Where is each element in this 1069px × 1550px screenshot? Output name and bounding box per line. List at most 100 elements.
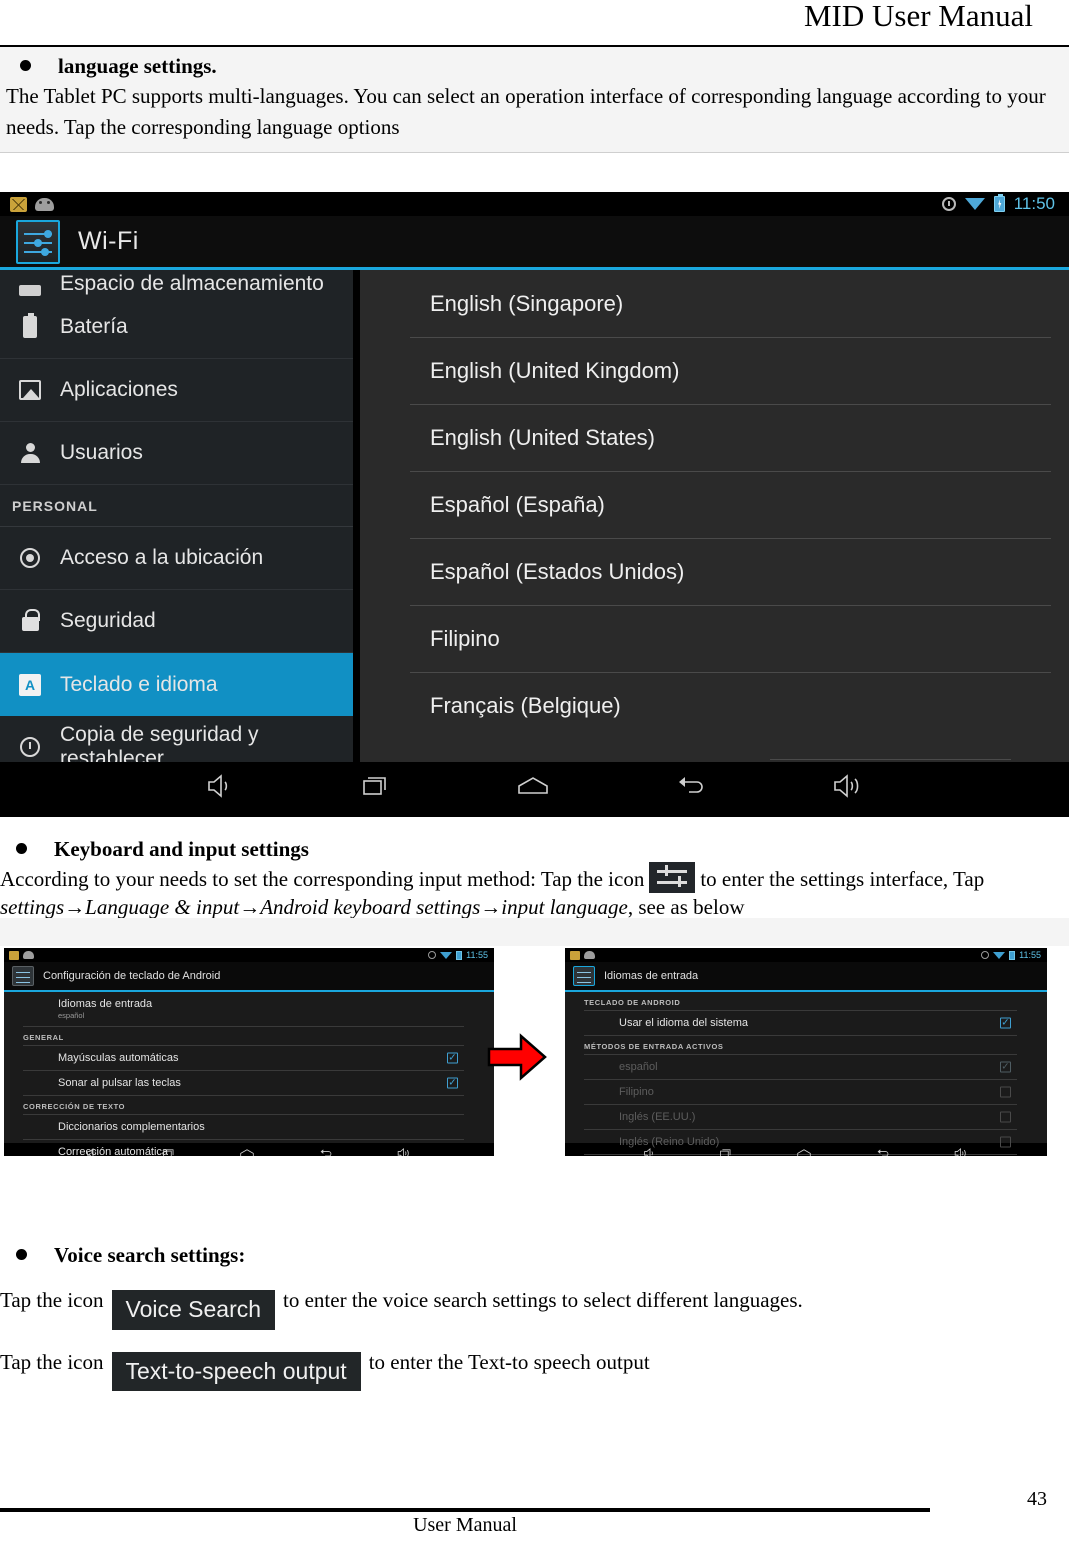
settings-list[interactable]: TECLADO DE ANDROID Usar el idioma del si… (565, 992, 1047, 1155)
kb-path-1: settings (0, 894, 65, 919)
item-title: Inglés (EE.UU.) (619, 1111, 696, 1123)
language-list-item[interactable]: Français (Belgique) (360, 672, 1069, 739)
sidebar-item-label: Seguridad (60, 609, 156, 632)
battery-icon (456, 950, 463, 960)
list-item[interactable]: Filipino ✓ (584, 1080, 1017, 1105)
list-item[interactable]: español ✓ (584, 1055, 1017, 1080)
status-bar-time: 11:55 (1019, 950, 1041, 960)
volume-down-icon[interactable] (643, 1147, 657, 1156)
settings-list[interactable]: Idiomas de entrada español GENERAL Mayús… (4, 992, 494, 1156)
recents-icon[interactable] (361, 773, 391, 804)
bullet-icon (20, 60, 31, 71)
language-list-item[interactable]: Español (España) (360, 471, 1069, 538)
section-header: GENERAL (23, 1027, 464, 1046)
item-title: Sonar al pulsar las teclas (58, 1077, 181, 1089)
language-settings-section: language settings. The Tablet PC support… (0, 47, 1069, 154)
backup-restore-icon (16, 737, 44, 757)
kb-path-4: input language (501, 894, 628, 919)
mail-icon (9, 950, 19, 960)
list-item[interactable]: Idiomas de entrada español (23, 992, 464, 1027)
voice-search-button[interactable]: Voice Search (111, 1290, 276, 1330)
list-divider (770, 759, 1011, 760)
bullet-icon (16, 1249, 27, 1260)
app-bar-title: Idiomas de entrada (604, 970, 699, 982)
footer-divider (0, 1508, 930, 1512)
volume-up-icon[interactable] (954, 1147, 968, 1156)
voice-line2-before: Tap the icon (0, 1349, 104, 1374)
home-icon[interactable] (239, 1147, 254, 1156)
checkbox-unchecked-icon[interactable]: ✓ (1000, 1136, 1011, 1148)
text-to-speech-output-button[interactable]: Text-to-speech output (111, 1351, 361, 1391)
recents-icon[interactable] (162, 1147, 176, 1156)
language-list-item[interactable]: English (Singapore) (360, 270, 1069, 337)
kb-text-after: to enter the settings interface, Tap (700, 867, 985, 892)
recents-icon[interactable] (719, 1147, 733, 1156)
sidebar-item-label: Aplicaciones (60, 378, 178, 401)
kb-text-before: According to your needs to set the corre… (0, 867, 645, 892)
settings-sliders-icon (649, 862, 696, 894)
voice-search-line-2: Tap the icon Text-to-speech output to ente… (0, 1350, 1069, 1391)
back-icon[interactable] (876, 1147, 890, 1156)
volume-down-icon[interactable] (86, 1147, 100, 1156)
volume-up-icon[interactable] (397, 1147, 411, 1156)
bullet-icon (16, 843, 27, 854)
settings-sliders-icon[interactable] (16, 219, 60, 264)
list-item[interactable]: Mayúsculas automáticas ✓ (23, 1046, 464, 1071)
apps-icon (16, 380, 44, 400)
sidebar-item-battery[interactable]: Batería (0, 296, 353, 359)
checkbox-checked-icon[interactable]: ✓ (1000, 1061, 1011, 1073)
voice-line1-before: Tap the icon (0, 1288, 104, 1313)
list-item[interactable]: Sonar al pulsar las teclas ✓ (23, 1071, 464, 1096)
keyboard-screenshots-row: 11:55 Configuración de teclado de Androi… (0, 918, 1069, 1238)
sidebar-item-keyboard-language[interactable]: A Teclado e idioma (0, 653, 353, 716)
settings-left-panel[interactable]: Espacio de almacenamiento Batería Aplica… (0, 270, 356, 762)
checkbox-checked-icon[interactable]: ✓ (447, 1077, 458, 1089)
language-list-item[interactable]: English (United States) (360, 404, 1069, 471)
mail-icon (570, 950, 580, 960)
battery-icon (1009, 950, 1016, 960)
wifi-icon (964, 198, 985, 210)
status-bar-time: 11:55 (466, 950, 488, 960)
back-icon[interactable] (675, 773, 707, 804)
alarm-clock-icon (981, 951, 990, 959)
checkbox-checked-icon[interactable]: ✓ (447, 1052, 458, 1064)
user-icon (16, 443, 44, 463)
home-icon[interactable] (796, 1147, 811, 1156)
checkbox-unchecked-icon[interactable]: ✓ (1000, 1086, 1011, 1098)
main-tablet-screenshot: 11:50 Wi-Fi Espacio de almacenamiento Ba… (0, 192, 1069, 817)
list-item[interactable]: Inglés (EE.UU.) ✓ (584, 1105, 1017, 1130)
kb-path-3: Android keyboard settings (260, 894, 481, 919)
status-bar-system: 11:50 (941, 192, 1055, 216)
sidebar-item-backup-reset[interactable]: Copia de seguridad y restablecer (0, 716, 353, 762)
checkbox-checked-icon[interactable]: ✓ (1000, 1017, 1011, 1029)
header-divider (0, 45, 1069, 47)
back-icon[interactable] (319, 1147, 333, 1156)
sidebar-item-storage[interactable]: Espacio de almacenamiento (0, 270, 353, 296)
volume-down-icon[interactable] (206, 773, 236, 804)
item-title: Filipino (619, 1086, 654, 1098)
list-item[interactable]: Diccionarios complementarios (23, 1115, 464, 1140)
sidebar-item-security[interactable]: Seguridad (0, 590, 353, 653)
screenshot-band-background (0, 918, 1069, 946)
language-list-item[interactable]: Español (Estados Unidos) (360, 538, 1069, 605)
sidebar-item-location-access[interactable]: Acceso a la ubicación (0, 527, 353, 590)
keyboard-icon: A (16, 673, 44, 696)
page-header: MID User Manual (0, 0, 1069, 47)
volume-up-icon[interactable] (832, 773, 864, 804)
alarm-clock-icon (941, 197, 956, 211)
sidebar-item-apps[interactable]: Aplicaciones (0, 359, 353, 422)
home-icon[interactable] (516, 773, 550, 804)
list-item[interactable]: Usar el idioma del sistema ✓ (584, 1011, 1017, 1036)
checkbox-unchecked-icon[interactable]: ✓ (1000, 1111, 1011, 1123)
sidebar-item-users[interactable]: Usuarios (0, 422, 353, 485)
keyboard-section-paragraph: According to your needs to set the corre… (0, 862, 1069, 921)
status-bar-system: 11:55 (981, 948, 1041, 962)
item-title: Mayúsculas automáticas (58, 1052, 179, 1064)
language-list-item[interactable]: English (United Kingdom) (360, 337, 1069, 404)
language-list-panel[interactable]: English (Singapore) English (United King… (356, 270, 1069, 762)
language-list-item[interactable]: Filipino (360, 605, 1069, 672)
keyboard-section-heading-text: Keyboard and input settings (54, 837, 309, 861)
app-bar-title: Wi-Fi (78, 227, 139, 255)
android-icon (23, 951, 34, 959)
item-title: Inglés (Reino Unido) (619, 1136, 720, 1148)
